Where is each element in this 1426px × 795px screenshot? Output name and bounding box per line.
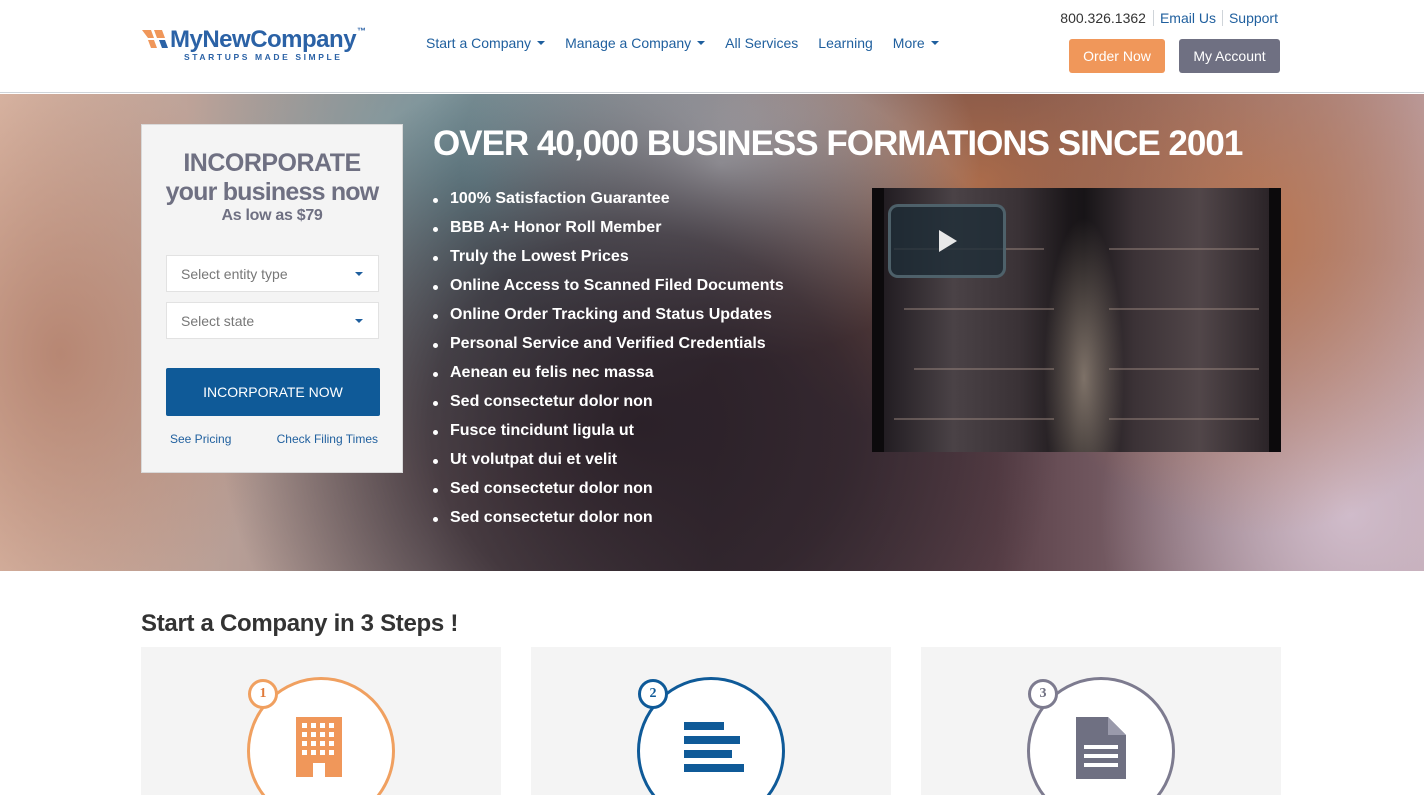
dropdown-arrow-icon (355, 319, 363, 323)
feature-item: Fusce tincidunt ligula ut (433, 422, 784, 451)
entity-type-placeholder: Select entity type (181, 266, 288, 282)
step-card-3: 3 (921, 647, 1281, 795)
shelf-line (1109, 308, 1259, 310)
my-account-button[interactable]: My Account (1179, 39, 1280, 73)
card-price-line: As low as $79 (221, 207, 323, 224)
incorporate-card: INCORPORATE your business now As low as … (141, 124, 403, 473)
caret-down-icon (930, 41, 939, 45)
document-icon (1076, 717, 1126, 779)
step-number-badge: 3 (1028, 679, 1058, 709)
step-number-badge: 2 (638, 679, 668, 709)
video-player[interactable] (872, 188, 1281, 452)
check-filing-times-link[interactable]: Check Filing Times (277, 432, 378, 446)
order-now-button[interactable]: Order Now (1069, 39, 1165, 73)
nav-start-company[interactable]: Start a Company (426, 35, 546, 51)
company-logo[interactable]: MyNewCompany™ STARTUPS MADE SIMPLE (142, 26, 402, 64)
feature-item: Sed consectetur dolor non (433, 480, 784, 509)
see-pricing-link[interactable]: See Pricing (170, 432, 231, 446)
main-nav: Start a Company Manage a Company All Ser… (426, 35, 959, 51)
feature-item: Ut volutpat dui et velit (433, 451, 784, 480)
logo-wordmark: MyNewCompany™ (170, 26, 366, 54)
shelf-line (1109, 418, 1259, 420)
logo-word-text: MyNewCompany (170, 26, 357, 53)
nav-label: Manage a Company (565, 35, 692, 51)
feature-item: Truly the Lowest Prices (433, 248, 784, 277)
nav-label: Learning (818, 35, 873, 51)
feature-item: BBB A+ Honor Roll Member (433, 219, 784, 248)
nav-learning[interactable]: Learning (818, 35, 873, 51)
steps-heading: Start a Company in 3 Steps ! (141, 610, 459, 637)
logo-trademark: ™ (357, 26, 366, 36)
shelf-line (1109, 248, 1259, 250)
nav-more[interactable]: More (893, 35, 939, 51)
nav-label: All Services (725, 35, 799, 51)
feature-item: Online Order Tracking and Status Updates (433, 306, 784, 335)
phone-number: 800.326.1362 (1060, 10, 1146, 26)
feature-item: Sed consectetur dolor non (433, 509, 784, 538)
feature-item: Online Access to Scanned Filed Documents (433, 277, 784, 306)
support-link[interactable]: Support (1221, 10, 1278, 26)
state-select[interactable]: Select state (166, 302, 379, 339)
logo-mark-icon (142, 30, 168, 48)
video-play-button[interactable] (888, 204, 1006, 278)
play-icon (939, 230, 957, 252)
feature-item: Sed consectetur dolor non (433, 393, 784, 422)
building-icon (296, 717, 342, 777)
email-us-link[interactable]: Email Us (1152, 10, 1222, 26)
step-card-1: 1 (141, 647, 501, 795)
step-number-badge: 1 (248, 679, 278, 709)
feature-list: 100% Satisfaction Guarantee BBB A+ Honor… (433, 190, 784, 538)
feature-item: Personal Service and Verified Credential… (433, 335, 784, 364)
lines-icon (684, 722, 744, 772)
nav-label: More (892, 35, 925, 51)
hero-section: INCORPORATE your business now As low as … (0, 94, 1424, 571)
feature-item: 100% Satisfaction Guarantee (433, 190, 784, 219)
utility-links: 800.326.1362 Email Us Support (1060, 10, 1278, 26)
incorporate-now-button[interactable]: INCORPORATE NOW (166, 368, 380, 416)
logo-tagline: STARTUPS MADE SIMPLE (184, 52, 343, 62)
shelf-line (894, 418, 1054, 420)
card-title-line2: your business now (165, 178, 380, 206)
nav-all-services[interactable]: All Services (725, 35, 798, 51)
caret-down-icon (697, 41, 706, 45)
state-placeholder: Select state (181, 313, 255, 329)
caret-down-icon (537, 41, 546, 45)
feature-item: Aenean eu felis nec massa (433, 364, 784, 393)
shelf-line (1109, 368, 1259, 370)
nav-label: Start a Company (426, 35, 532, 51)
dropdown-arrow-icon (355, 272, 363, 276)
shelf-line (904, 308, 1054, 310)
nav-manage-company[interactable]: Manage a Company (565, 35, 706, 51)
shelf-line (914, 368, 1054, 370)
hero-headline: OVER 40,000 BUSINESS FORMATIONS SINCE 20… (433, 124, 1243, 163)
step-card-2: 2 (531, 647, 891, 795)
entity-type-select[interactable]: Select entity type (166, 255, 379, 292)
site-header: MyNewCompany™ STARTUPS MADE SIMPLE Start… (0, 0, 1424, 93)
card-title-line1: INCORPORATE (183, 149, 361, 177)
